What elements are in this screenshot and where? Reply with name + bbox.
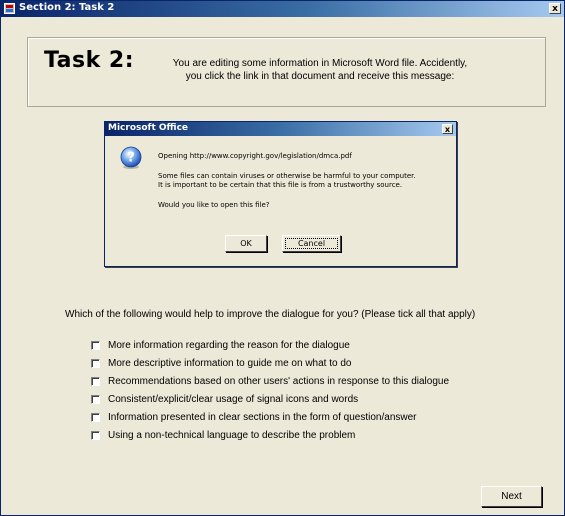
microsoft-office-dialog-screenshot: Microsoft Office x ? Opening http://www.…	[104, 121, 457, 267]
task-description: You are editing some information in Micr…	[150, 57, 490, 83]
option-more-information[interactable]: More information regarding the reason fo…	[91, 336, 449, 354]
question-icon: ?	[120, 146, 142, 169]
task-window: Section 2: Task 2 x Task 2: You are edit…	[0, 0, 565, 516]
option-clear-sections[interactable]: Information presented in clear sections …	[91, 408, 449, 426]
window-close-button[interactable]: x	[549, 3, 561, 14]
next-button[interactable]: Next	[481, 486, 542, 507]
option-signal-icons[interactable]: Consistent/explicit/clear usage of signa…	[91, 390, 449, 408]
dialog-opening-text: Opening http://www.copyright.gov/legisla…	[158, 152, 352, 160]
app-icon	[4, 3, 15, 14]
option-label: Recommendations based on other users' ac…	[108, 375, 450, 387]
dialog-title: Microsoft Office	[108, 123, 189, 133]
dialog-warning-text: It is important to be certain that this …	[158, 181, 403, 189]
checkbox[interactable]	[91, 394, 100, 404]
dialog-close-icon: x	[442, 124, 453, 134]
option-label: More information regarding the reason fo…	[108, 339, 350, 351]
dialog-warning-text: Some files can contain viruses or otherw…	[158, 172, 416, 180]
checkbox[interactable]	[91, 358, 100, 368]
checkbox[interactable]	[91, 340, 100, 350]
window-title: Section 2: Task 2	[19, 2, 115, 13]
window-titlebar[interactable]: Section 2: Task 2 x	[1, 1, 564, 17]
checkbox[interactable]	[91, 430, 100, 440]
checkbox[interactable]	[91, 376, 100, 386]
option-non-technical-language[interactable]: Using a non-technical language to descri…	[91, 426, 449, 444]
task-description-line: you click the link in that document and …	[185, 71, 455, 82]
checkbox[interactable]	[91, 412, 100, 422]
dialog-titlebar: Microsoft Office x	[105, 122, 456, 136]
dialog-ok-button: OK	[225, 235, 267, 252]
dialog-cancel-button: Cancel	[282, 235, 341, 252]
option-label: More descriptive information to guide me…	[108, 357, 352, 369]
task-description-line: You are editing some information in Micr…	[172, 58, 468, 69]
task-panel: Task 2: You are editing some information…	[27, 37, 546, 107]
options-list: More information regarding the reason fo…	[91, 336, 449, 444]
option-label: Consistent/explicit/clear usage of signa…	[108, 393, 359, 405]
option-label: Information presented in clear sections …	[108, 411, 417, 423]
survey-question: Which of the following would help to imp…	[65, 309, 476, 320]
option-label: Using a non-technical language to descri…	[108, 429, 356, 441]
option-recommendations[interactable]: Recommendations based on other users' ac…	[91, 372, 449, 390]
dialog-prompt-text: Would you like to open this file?	[158, 201, 270, 209]
svg-text:?: ?	[127, 151, 135, 166]
option-descriptive-guidance[interactable]: More descriptive information to guide me…	[91, 354, 449, 372]
task-heading: Task 2:	[44, 48, 135, 73]
